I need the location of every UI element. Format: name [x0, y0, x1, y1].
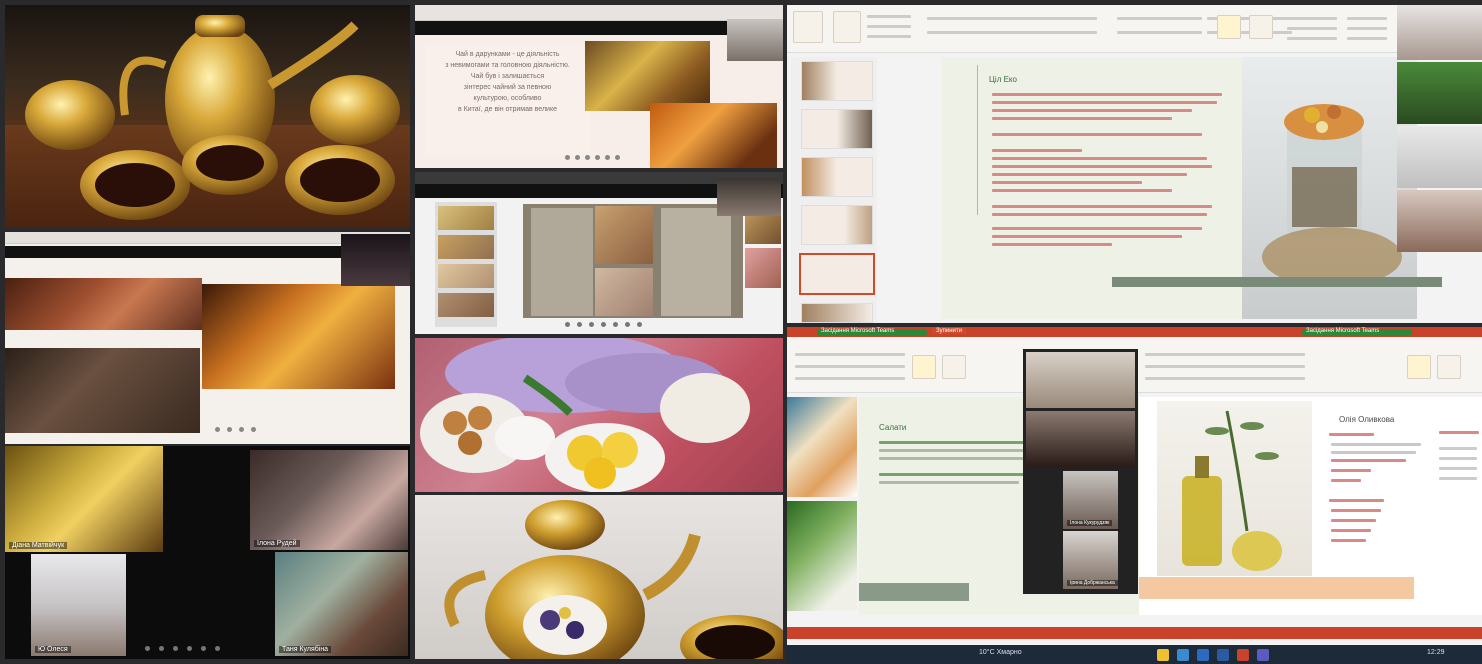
slide-nav-dots — [565, 155, 635, 161]
participant-tile-1[interactable]: Діана Матвійчук — [5, 446, 163, 552]
slide-accent-bar — [1112, 277, 1442, 287]
editor-nav-dots — [565, 322, 655, 328]
clock[interactable]: 12:29 — [1427, 649, 1445, 656]
teams-meeting-tab-right[interactable]: Засідання Microsoft Teams — [1306, 328, 1379, 334]
video-tile-a[interactable] — [1397, 5, 1482, 60]
slide-thumbnails[interactable] — [435, 202, 497, 327]
teams-meeting-tab-left[interactable]: Засідання Microsoft Teams — [821, 328, 894, 334]
font-controls[interactable] — [927, 13, 1107, 43]
participant-tile-2[interactable]: Ілона Рудей — [250, 450, 408, 550]
participant-tile-3[interactable]: Ю Олеся — [31, 554, 126, 656]
participant-name-4: Таня Кулябіна — [279, 646, 332, 653]
paragraph-controls[interactable] — [1117, 13, 1207, 43]
olive-oil-slide: Олія Оливкова — [1139, 397, 1482, 615]
participant-tile-4[interactable]: Таня Кулябіна — [275, 552, 408, 656]
call-controls-dots — [145, 646, 265, 652]
video-call-grid: Діана Матвійчук Ілона Рудей Ю Олеся Таня… — [5, 446, 410, 659]
salad-photos — [787, 397, 857, 615]
teams-icon[interactable] — [1257, 649, 1269, 661]
paste-button[interactable] — [793, 11, 823, 43]
slide-photo-b — [595, 268, 653, 316]
arrange-button-left[interactable] — [912, 355, 936, 379]
collage-nav-dots — [215, 427, 265, 433]
olive-side-notes — [1439, 427, 1482, 577]
taskbar-icons — [1157, 648, 1307, 662]
slide-text-box: Чай в дарунками - це діяльність з невимо… — [425, 45, 590, 155]
zoom-tile-3[interactable]: Ілона Кукурудзяк — [1063, 471, 1118, 529]
clay-cups-photo — [5, 278, 202, 330]
arrange-button-right[interactable] — [1407, 355, 1431, 379]
clay-teapot-photo — [5, 348, 200, 433]
quick-styles-button[interactable] — [1249, 15, 1273, 39]
olive-oil-photo — [1157, 401, 1312, 576]
windows-taskbar: 10°C Хмарно 12:29 — [787, 645, 1482, 664]
participant-name-2: Ілона Рудей — [254, 540, 300, 547]
styles-button-right[interactable] — [1437, 355, 1461, 379]
video-tile-b[interactable] — [1397, 62, 1482, 124]
new-slide-button[interactable] — [833, 11, 861, 43]
slide-photo-a — [595, 206, 653, 264]
store-icon[interactable] — [1177, 649, 1189, 661]
ppt-statusbar-right — [1137, 627, 1482, 639]
slide-editor-screen — [415, 172, 783, 334]
ppt-ribbon-right — [1137, 337, 1482, 393]
ppt-ribbon — [787, 5, 1482, 53]
olive-oil-illustration — [1182, 410, 1282, 571]
side-photo-2 — [745, 248, 781, 288]
editing-controls[interactable] — [1347, 13, 1392, 43]
slide-text-col-1 — [531, 208, 593, 316]
slide-canvas — [523, 204, 743, 318]
word-icon[interactable] — [1217, 649, 1229, 661]
ppt-statusbar-left — [787, 627, 1137, 639]
salad-slide-title: Салати — [879, 423, 907, 432]
explorer-icon[interactable] — [1157, 649, 1169, 661]
weather-widget[interactable]: 10°C Хмарно — [979, 649, 1022, 656]
tea-food-photo-2 — [650, 103, 777, 168]
tea-food-photo-1 — [585, 41, 710, 111]
olive-accent-bar — [1139, 577, 1414, 599]
collage-dark-bar — [5, 246, 345, 258]
slide-text-col-2 — [661, 208, 731, 316]
ppt-slide-panel[interactable] — [791, 57, 877, 323]
powerpoint-icon[interactable] — [1237, 649, 1249, 661]
powerpoint-window-bottom: Засідання Microsoft Teams Зупинити Засід… — [787, 327, 1482, 645]
video-tile-c[interactable] — [1397, 126, 1482, 188]
styles-button-left[interactable] — [942, 355, 966, 379]
lilac-illustration — [420, 338, 750, 492]
shape-fill-controls[interactable] — [1287, 13, 1342, 43]
gold-tea-set-photo — [5, 5, 410, 228]
powerpoint-window-top: Ціл Еко — [787, 5, 1482, 323]
clay-tea-collage — [5, 232, 410, 444]
salad-accent-bar — [859, 583, 969, 601]
zoom-tile-4[interactable]: Ірина Добржанська — [1063, 531, 1118, 589]
zoom-name-3: Ілона Кукурудзяк — [1067, 520, 1113, 526]
teapot-illustration — [25, 15, 400, 220]
presenter-video — [717, 178, 781, 216]
slide-text: Чай в дарунками - це діяльність з невимо… — [445, 51, 570, 113]
mail-icon[interactable] — [1197, 649, 1209, 661]
participant-name-1: Діана Матвійчук — [9, 542, 68, 549]
zoom-name-4: Ірина Добржанська — [1067, 580, 1118, 586]
slide-title: Ціл Еко — [989, 75, 1017, 84]
gold-teapot-photo — [415, 495, 783, 659]
zoom-tile-2[interactable] — [1026, 411, 1135, 467]
lilac-lemon-photo — [415, 338, 783, 492]
participant-name-3: Ю Олеся — [35, 646, 71, 653]
participant-video-top — [341, 234, 410, 286]
zoom-video-column: Ілона Кукурудзяк Ірина Добржанська — [1023, 349, 1138, 594]
olive-slide-title: Олія Оливкова — [1339, 415, 1395, 424]
tea-ceremony-photo — [202, 284, 395, 389]
slide-screen-1: Чай в дарунками - це діяльність з невимо… — [415, 5, 783, 168]
video-tile-d[interactable] — [1397, 190, 1482, 252]
selected-slide-thumb[interactable] — [799, 253, 875, 295]
zoom-tile-1[interactable] — [1026, 352, 1135, 408]
gold-teapot-illustration — [444, 500, 783, 659]
stop-share-button[interactable]: Зупинити — [932, 328, 966, 334]
ppt-slide-canvas: Ціл Еко — [942, 57, 1442, 319]
arrange-button[interactable] — [1217, 15, 1241, 39]
participant-thumb — [727, 19, 783, 61]
layout-options[interactable] — [867, 13, 917, 43]
